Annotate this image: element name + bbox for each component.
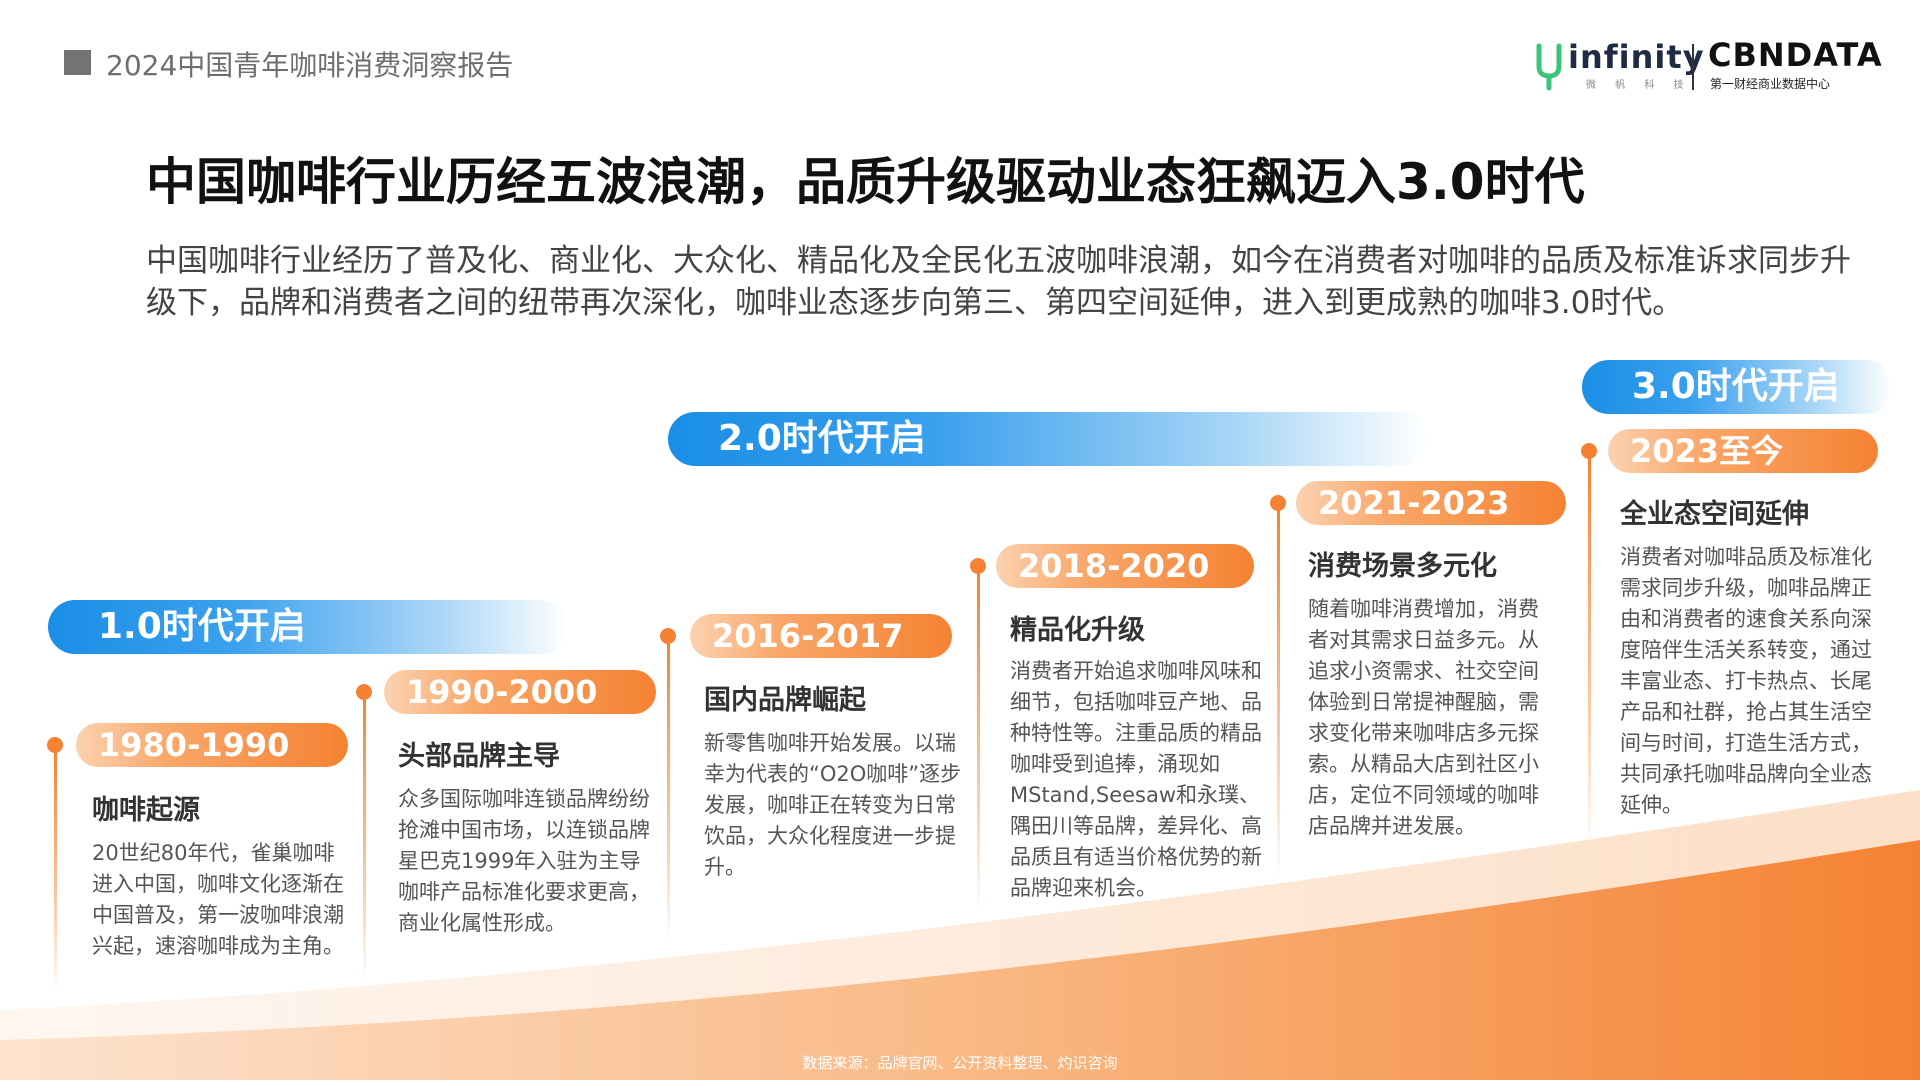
logo-infinity-text: infinity (1568, 38, 1705, 76)
logo-cbndata: CBNDATA (1708, 36, 1883, 74)
year-label: 2021-2023 (1318, 484, 1510, 522)
year-pill: 2016-2017 (690, 614, 952, 658)
timeline-dot (1581, 443, 1597, 459)
year-pill: 1980-1990 (76, 723, 348, 767)
stage-heading: 国内品牌崛起 (704, 685, 866, 716)
timeline-dot (356, 684, 372, 700)
year-label: 2016-2017 (712, 617, 904, 655)
timeline-line (977, 573, 980, 913)
year-label: 2023至今 (1630, 432, 1784, 470)
era-banner-3: 3.0时代开启 (1582, 360, 1892, 414)
stage-heading: 咖啡起源 (92, 795, 200, 826)
stage-body: 众多国际咖啡连锁品牌纷纷抢滩中国市场，以连锁品牌星巴克1999年入驻为主导咖啡产… (398, 787, 650, 935)
year-label: 1990-2000 (406, 673, 598, 711)
timeline-line (1588, 458, 1591, 848)
year-label: 1980-1990 (98, 726, 290, 764)
stage-heading: 消费场景多元化 (1308, 551, 1497, 582)
era-label: 1.0时代开启 (98, 606, 306, 647)
timeline-line (1277, 510, 1280, 880)
year-pill: 1990-2000 (384, 670, 656, 714)
year-pill: 2023至今 (1608, 429, 1878, 473)
year-pill: 2018-2020 (996, 544, 1254, 588)
timeline-dot (660, 628, 676, 644)
stage-heading: 全业态空间延伸 (1620, 499, 1809, 530)
page-title: 中国咖啡行业历经五波浪潮，品质升级驱动业态狂飙迈入3.0时代 (146, 153, 1585, 211)
logo-divider (1692, 44, 1694, 90)
stage-body: 随着咖啡消费增加，消费者对其需求日益多元。从追求小资需求、社交空间体验到日常提神… (1308, 597, 1539, 838)
timeline-line (54, 752, 57, 992)
timeline-dot (1270, 495, 1286, 511)
era-label: 3.0时代开启 (1632, 366, 1840, 407)
era-banner-2: 2.0时代开启 (668, 412, 1428, 466)
year-label: 2018-2020 (1018, 547, 1210, 585)
era-label: 2.0时代开启 (718, 418, 926, 459)
stage-body: 消费者开始追求咖啡风味和细节，包括咖啡豆产地、品种特性等。注重品质的精品咖啡受到… (1010, 659, 1262, 900)
timeline-dot (970, 558, 986, 574)
era-banner-1: 1.0时代开启 (48, 600, 568, 654)
report-title: 2024中国青年咖啡消费洞察报告 (106, 49, 514, 82)
year-pill: 2021-2023 (1296, 481, 1566, 525)
timeline-line (667, 643, 670, 943)
stage-heading: 头部品牌主导 (398, 741, 560, 772)
timeline-line (363, 699, 366, 984)
stage-body: 消费者对咖啡品质及标准化需求同步升级，咖啡品牌正由和消费者的速食关系向深度陪伴生… (1620, 545, 1872, 817)
logo-infinity-subtext: 微 帆 科 技 (1586, 80, 1692, 91)
timeline-dot (47, 737, 63, 753)
logo-cbndata-subtext: 第一财经商业数据中心 (1710, 77, 1831, 91)
data-source-note: 数据来源：品牌官网、公开资料整理、灼识咨询 (802, 1054, 1118, 1072)
stage-body: 新零售咖啡开始发展。以瑞幸为代表的“O2O咖啡”逐步发展，咖啡正在转变为日常饮品… (704, 731, 962, 879)
stage-body: 20世纪80年代，雀巢咖啡进入中国，咖啡文化逐渐在中国普及，第一波咖啡浪潮兴起，… (92, 841, 344, 958)
stage-heading: 精品化升级 (1010, 615, 1145, 646)
infinity-logo-icon (1536, 43, 1562, 91)
header-square-icon (64, 50, 91, 75)
intro-paragraph: 中国咖啡行业经历了普及化、商业化、大众化、精品化及全民化五波咖啡浪潮，如今在消费… (146, 243, 1851, 321)
